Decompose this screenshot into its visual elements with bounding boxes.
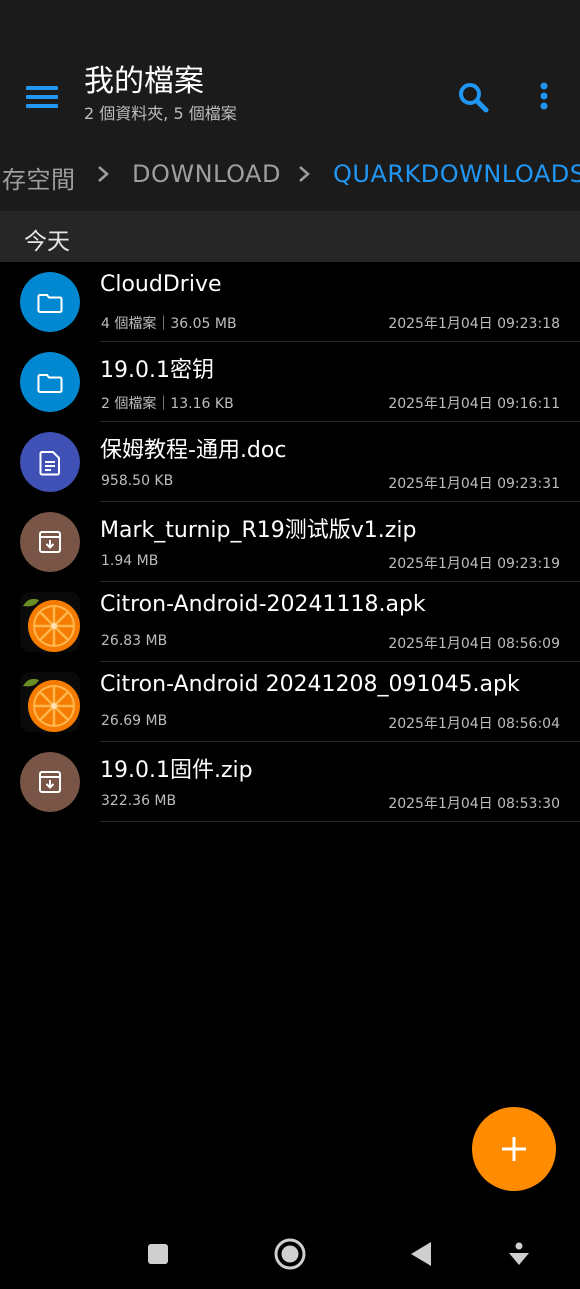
breadcrumb-item-download[interactable]: DOWNLOAD — [132, 160, 281, 188]
app-bar: 我的檔案 2 個資料夾, 5 個檔案 存空間 DOWNLOAD QUARKDOW… — [0, 0, 580, 211]
file-meta: 2 個檔案｜13.16 KB — [101, 396, 234, 412]
archive-icon — [20, 752, 80, 812]
folder-icon — [20, 272, 80, 332]
breadcrumb: 存空間 DOWNLOAD QUARKDOWNLOADS — [0, 150, 580, 198]
assistant-icon — [499, 1236, 539, 1272]
home-button[interactable] — [270, 1236, 310, 1272]
search-button[interactable] — [454, 78, 494, 118]
file-name: 19.0.1密钥 — [100, 358, 214, 383]
file-date: 2025年1月04日 09:23:19 — [388, 556, 560, 572]
row-divider — [100, 821, 580, 822]
file-date: 2025年1月04日 09:23:31 — [388, 476, 560, 492]
assistant-button[interactable] — [499, 1236, 539, 1272]
file-date: 2025年1月04日 08:56:09 — [388, 636, 560, 652]
document-icon — [20, 432, 80, 492]
file-date: 2025年1月04日 09:23:18 — [388, 316, 560, 332]
home-circle-icon — [270, 1236, 310, 1272]
file-name: Citron-Android 20241208_091045.apk — [100, 672, 520, 697]
chevron-right-icon — [95, 164, 111, 184]
recents-button[interactable] — [138, 1236, 178, 1272]
file-row[interactable]: 19.0.1密钥 2 個檔案｜13.16 KB 2025年1月04日 09:16… — [0, 342, 580, 422]
file-name: 保姆教程-通用.doc — [100, 438, 287, 463]
file-meta: 322.36 MB — [101, 793, 177, 809]
more-options-button[interactable] — [530, 78, 558, 118]
breadcrumb-item-storage[interactable]: 存空間 — [2, 160, 76, 195]
breadcrumb-item-quarkdownloads[interactable]: QUARKDOWNLOADS — [333, 160, 580, 188]
section-header-today: 今天 — [0, 211, 580, 262]
menu-icon — [22, 80, 62, 114]
citron-app-icon — [20, 592, 80, 652]
file-date: 2025年1月04日 08:53:30 — [388, 796, 560, 812]
recents-square-icon — [138, 1236, 178, 1272]
file-meta: 26.83 MB — [101, 633, 168, 649]
add-fab-button[interactable] — [472, 1107, 556, 1191]
file-date: 2025年1月04日 08:56:04 — [388, 716, 560, 732]
file-row[interactable]: 保姆教程-通用.doc 958.50 KB 2025年1月04日 09:23:3… — [0, 422, 580, 502]
folder-icon — [20, 352, 80, 412]
file-name: 19.0.1固件.zip — [100, 758, 253, 783]
page-subtitle: 2 個資料夾, 5 個檔案 — [84, 104, 237, 123]
file-meta: 1.94 MB — [101, 553, 159, 569]
file-date: 2025年1月04日 09:16:11 — [388, 396, 560, 412]
more-vert-icon — [530, 82, 558, 122]
title-block: 我的檔案 2 個資料夾, 5 個檔案 — [84, 62, 237, 125]
search-icon — [454, 83, 494, 122]
file-list: CloudDrive 4 個檔案｜36.05 MB 2025年1月04日 09:… — [0, 262, 580, 822]
file-row[interactable]: CloudDrive 4 個檔案｜36.05 MB 2025年1月04日 09:… — [0, 262, 580, 342]
file-name: CloudDrive — [100, 272, 222, 297]
file-meta: 4 個檔案｜36.05 MB — [101, 316, 237, 332]
citron-app-icon — [20, 672, 80, 732]
file-row[interactable]: 19.0.1固件.zip 322.36 MB 2025年1月04日 08:53:… — [0, 742, 580, 822]
system-nav-bar — [0, 1222, 580, 1289]
file-row[interactable]: Citron-Android-20241118.apk 26.83 MB 202… — [0, 582, 580, 662]
back-triangle-icon — [401, 1236, 441, 1272]
file-name: Citron-Android-20241118.apk — [100, 592, 426, 617]
file-name: Mark_turnip_R19测试版v1.zip — [100, 518, 417, 543]
file-row[interactable]: Citron-Android 20241208_091045.apk 26.69… — [0, 662, 580, 742]
file-row[interactable]: Mark_turnip_R19测试版v1.zip 1.94 MB 2025年1月… — [0, 502, 580, 582]
back-button[interactable] — [401, 1236, 441, 1272]
section-label: 今天 — [24, 229, 70, 255]
page-title: 我的檔案 — [84, 64, 204, 99]
menu-button[interactable] — [22, 80, 62, 114]
file-meta: 26.69 MB — [101, 713, 168, 729]
archive-icon — [20, 512, 80, 572]
chevron-right-icon — [296, 164, 312, 184]
file-meta: 958.50 KB — [101, 473, 174, 489]
